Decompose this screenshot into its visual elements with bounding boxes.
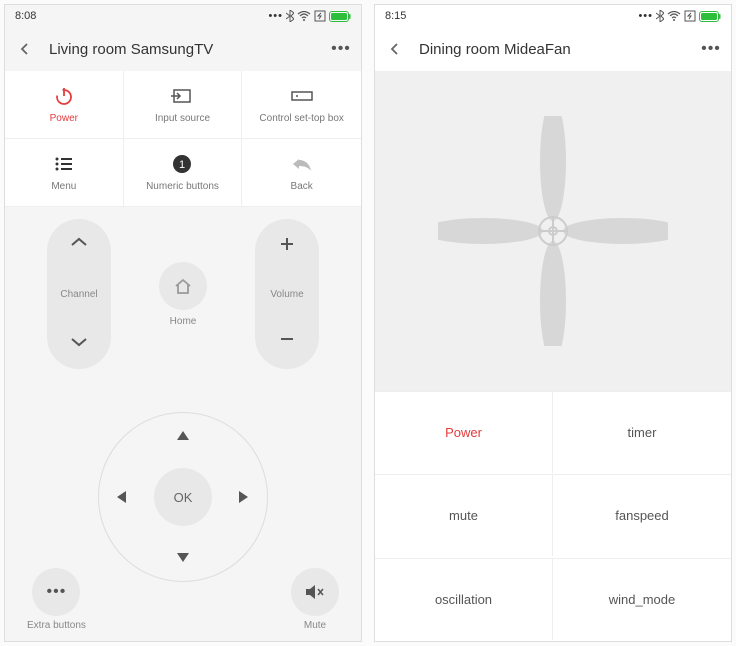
fan-illustration xyxy=(375,71,731,391)
dpad-area: OK ••• Extra buttons Mute xyxy=(5,375,361,641)
stb-button[interactable]: Control set-top box xyxy=(242,71,361,139)
input-source-icon xyxy=(171,85,193,107)
ellipsis-icon: ••• xyxy=(268,10,283,22)
volume-up-button[interactable] xyxy=(278,235,296,258)
more-icon[interactable]: ••• xyxy=(329,40,353,58)
dpad-left-button[interactable] xyxy=(117,491,126,503)
extra-label: Extra buttons xyxy=(27,620,86,631)
svg-text:1: 1 xyxy=(179,159,185,171)
fan-fanspeed-button[interactable]: fanspeed xyxy=(553,474,731,556)
status-icons: ••• xyxy=(268,10,351,22)
mute-button[interactable] xyxy=(291,568,339,616)
fan-remote-screen: 8:15 ••• Dining room MideaFan ••• xyxy=(374,4,732,642)
numeric-button[interactable]: 1 Numeric buttons xyxy=(124,139,243,207)
more-icon[interactable]: ••• xyxy=(699,40,723,58)
home-label: Home xyxy=(170,316,197,327)
back-reply-icon xyxy=(291,153,313,175)
bluetooth-icon xyxy=(656,10,664,22)
fan-power-button[interactable]: Power xyxy=(375,391,553,473)
dpad-down-button[interactable] xyxy=(177,553,189,562)
mute-icon xyxy=(304,583,326,601)
fan-power-label: Power xyxy=(445,425,482,440)
wifi-icon xyxy=(667,11,681,21)
wifi-icon xyxy=(297,11,311,21)
mute-label: Mute xyxy=(304,620,326,631)
input-source-label: Input source xyxy=(155,113,210,124)
extra-buttons-group: ••• Extra buttons xyxy=(27,568,86,631)
volume-label: Volume xyxy=(270,289,303,300)
stb-icon xyxy=(290,85,314,107)
channel-down-button[interactable] xyxy=(70,335,88,353)
status-icons: ••• xyxy=(638,10,721,22)
back-label: Back xyxy=(291,181,313,192)
tv-button-grid: Power Input source Control set-top box M… xyxy=(5,71,361,207)
home-button[interactable] xyxy=(159,262,207,310)
battery-icon xyxy=(329,11,351,22)
channel-label: Channel xyxy=(60,289,97,300)
status-time: 8:08 xyxy=(15,10,36,22)
battery-icon xyxy=(699,11,721,22)
status-bar: 8:15 ••• xyxy=(375,5,731,27)
power-label: Power xyxy=(50,113,78,124)
fan-timer-button[interactable]: timer xyxy=(553,391,731,473)
dpad-up-button[interactable] xyxy=(177,431,189,440)
fan-icon xyxy=(438,116,668,346)
fan-oscillation-label: oscillation xyxy=(435,592,492,607)
fan-fanspeed-label: fanspeed xyxy=(615,508,669,523)
home-icon xyxy=(173,277,193,295)
page-title: Dining room MideaFan xyxy=(419,41,687,58)
bluetooth-icon xyxy=(286,10,294,22)
charge-box-icon xyxy=(684,10,696,22)
back-icon[interactable] xyxy=(13,42,37,56)
home-group: Home xyxy=(159,262,207,327)
power-button[interactable]: Power xyxy=(5,71,124,139)
tv-remote-screen: 8:08 ••• Living room SamsungTV ••• Power… xyxy=(4,4,362,642)
extra-buttons-button[interactable]: ••• xyxy=(32,568,80,616)
charge-box-icon xyxy=(314,10,326,22)
fan-oscillation-button[interactable]: oscillation xyxy=(375,558,553,640)
channel-rocker: Channel xyxy=(47,219,111,369)
fan-windmode-label: wind_mode xyxy=(609,592,676,607)
mute-group: Mute xyxy=(291,568,339,631)
ellipsis-icon: ••• xyxy=(47,583,67,601)
fan-windmode-button[interactable]: wind_mode xyxy=(553,558,731,640)
fan-timer-label: timer xyxy=(628,425,657,440)
page-title: Living room SamsungTV xyxy=(49,41,317,58)
status-time: 8:15 xyxy=(385,10,406,22)
ellipsis-icon: ••• xyxy=(638,10,653,22)
stb-label: Control set-top box xyxy=(259,113,344,124)
dpad-right-button[interactable] xyxy=(239,491,248,503)
mid-controls: Channel Home Volume xyxy=(5,207,361,375)
ok-label: OK xyxy=(174,490,193,505)
menu-label: Menu xyxy=(51,181,76,192)
volume-rocker: Volume xyxy=(255,219,319,369)
status-bar: 8:08 ••• xyxy=(5,5,361,27)
back-button[interactable]: Back xyxy=(242,139,361,207)
numeric-icon: 1 xyxy=(172,153,192,175)
power-icon xyxy=(53,85,75,107)
nav-header: Living room SamsungTV ••• xyxy=(5,27,361,71)
back-icon[interactable] xyxy=(383,42,407,56)
numeric-label: Numeric buttons xyxy=(146,181,219,192)
fan-mute-label: mute xyxy=(449,508,478,523)
menu-button[interactable]: Menu xyxy=(5,139,124,207)
fan-mute-button[interactable]: mute xyxy=(375,474,553,556)
nav-header: Dining room MideaFan ••• xyxy=(375,27,731,71)
volume-down-button[interactable] xyxy=(278,330,296,353)
input-source-button[interactable]: Input source xyxy=(124,71,243,139)
channel-up-button[interactable] xyxy=(70,235,88,253)
ok-button[interactable]: OK xyxy=(154,468,212,526)
menu-icon xyxy=(54,153,74,175)
fan-button-grid: Power timer mute fanspeed oscillation wi… xyxy=(375,391,731,641)
